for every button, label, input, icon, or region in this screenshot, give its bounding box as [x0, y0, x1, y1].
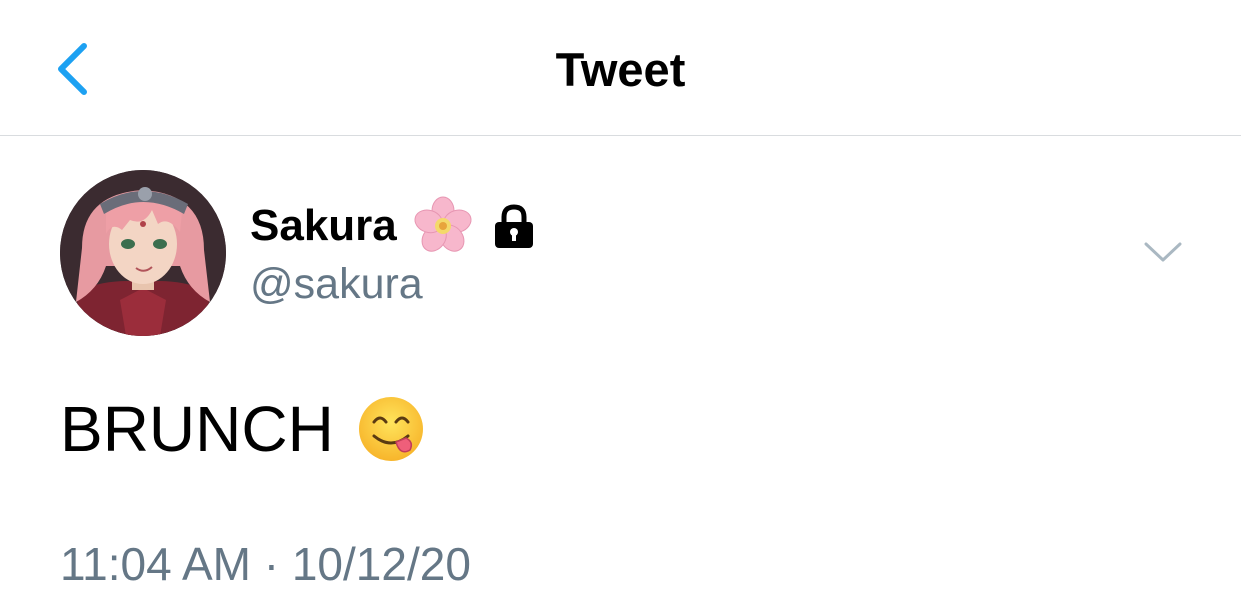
tweet-timestamp: 11:04 AM · 10/12/20 [60, 536, 471, 592]
tweet-date: 10/12/20 [291, 538, 471, 590]
chevron-down-icon [1144, 242, 1182, 262]
tweet-time: 11:04 AM [60, 538, 251, 590]
avatar[interactable] [60, 170, 226, 336]
author-name-row: Sakura [250, 196, 539, 254]
cherry-blossom-icon [414, 196, 472, 252]
tweet-menu-button[interactable] [1140, 232, 1186, 272]
author-handle[interactable]: @sakura [250, 258, 423, 310]
author-display-name[interactable]: Sakura [250, 198, 397, 254]
lock-icon [494, 204, 533, 248]
tweet-text: BRUNCH [60, 393, 334, 465]
header-divider [0, 135, 1241, 136]
page-title: Tweet [555, 43, 686, 96]
tweet-content: BRUNCH [60, 392, 426, 466]
top-navigation-bar: Tweet [0, 0, 1241, 135]
timestamp-separator: · [263, 538, 280, 590]
face-savoring-food-icon [358, 397, 423, 461]
